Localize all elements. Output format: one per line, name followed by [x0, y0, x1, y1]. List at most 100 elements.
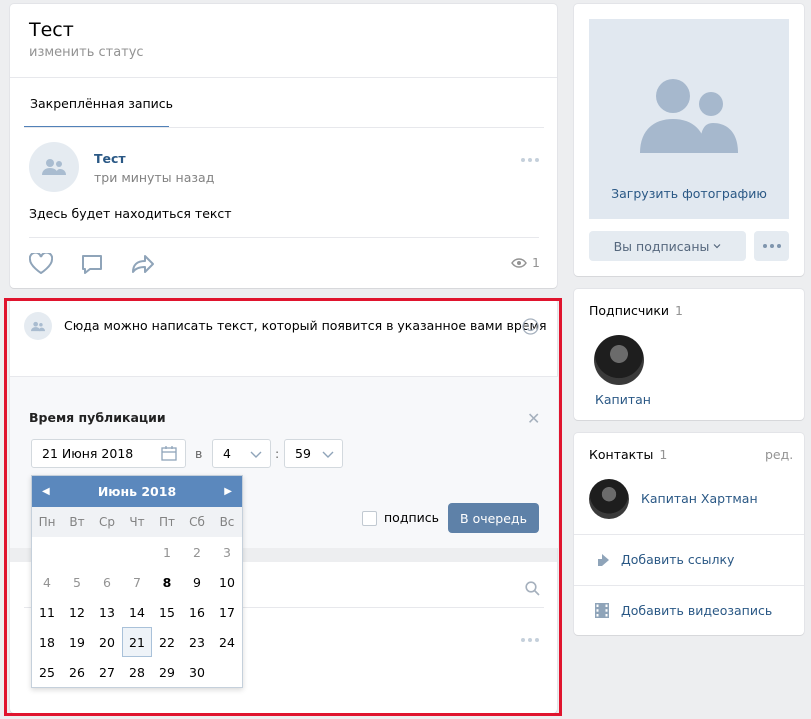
more-icon [762, 244, 781, 248]
emoji-icon[interactable] [522, 318, 539, 335]
publication-time-label: Время публикации [29, 410, 166, 425]
view-counter: 1 [511, 255, 540, 270]
calendar-day[interactable]: 14 [122, 597, 152, 627]
more-actions-button[interactable] [754, 231, 789, 261]
change-status-link[interactable]: изменить статус [29, 45, 144, 60]
divider [24, 127, 544, 128]
contacts-count: 1 [659, 447, 668, 462]
calendar-day[interactable]: 17 [212, 597, 242, 627]
calendar-day[interactable]: 18 [32, 627, 62, 657]
comment-icon[interactable] [81, 254, 103, 275]
subscribed-label: Вы подписаны [613, 238, 710, 254]
tab-pinned-post[interactable]: Закреплённая запись [30, 96, 173, 111]
calendar-day[interactable]: 9 [182, 567, 212, 597]
community-avatar[interactable] [29, 142, 79, 192]
weekday-label: Вс [219, 515, 235, 529]
calendar-day[interactable]: 1 [152, 537, 182, 567]
contact-name[interactable]: Капитан Хартман [641, 491, 758, 506]
calendar-empty-cell [212, 657, 242, 687]
calendar-day[interactable]: 20 [92, 627, 122, 657]
calendar-header: ◀ Июнь 2018 ▶ [32, 476, 242, 507]
queue-button[interactable]: В очередь [448, 503, 539, 533]
post-author[interactable]: Тест [94, 151, 126, 166]
calendar-empty-cell [122, 537, 152, 567]
chevron-down-icon [322, 451, 334, 458]
weekday-label: Чт [129, 515, 145, 529]
prev-month-icon[interactable]: ◀ [42, 486, 50, 497]
calendar-day[interactable]: 4 [32, 567, 62, 597]
date-picker: ◀ Июнь 2018 ▶ Пн Вт Ср Чт Пт Сб Вс 1 2 3 4 5 6 7 8 9 10… [31, 475, 243, 688]
calendar-day[interactable]: 16 [182, 597, 212, 627]
chevron-down-icon [713, 244, 721, 249]
calendar-day[interactable]: 27 [92, 657, 122, 687]
calendar-day[interactable]: 29 [152, 657, 182, 687]
calendar-day[interactable]: 13 [92, 597, 122, 627]
calendar-day[interactable]: 12 [62, 597, 92, 627]
date-value: 21 Июня 2018 [42, 446, 134, 461]
signature-label[interactable]: подпись [384, 510, 439, 525]
calendar-day[interactable]: 5 [62, 567, 92, 597]
more-icon[interactable] [521, 638, 539, 642]
divider [10, 77, 557, 78]
link-icon [598, 554, 609, 566]
hour-select[interactable]: 4 [212, 439, 271, 468]
edit-link[interactable]: ред. [765, 447, 793, 462]
chevron-down-icon [250, 451, 262, 458]
search-icon[interactable] [525, 581, 540, 596]
calendar-day[interactable]: 21 [122, 627, 152, 657]
upload-photo-link[interactable]: Загрузить фотографию [589, 186, 789, 201]
calendar-day[interactable]: 30 [182, 657, 212, 687]
calendar-day[interactable]: 3 [212, 537, 242, 567]
divider [29, 237, 539, 238]
close-icon[interactable]: ✕ [527, 409, 540, 428]
calendar-day[interactable]: 25 [32, 657, 62, 687]
divider [574, 534, 804, 535]
post-textarea[interactable]: Сюда можно написать текст, который появи… [64, 318, 546, 333]
group-icon [31, 321, 45, 331]
calendar-day[interactable]: 10 [212, 567, 242, 597]
next-month-icon[interactable]: ▶ [224, 486, 232, 497]
page-title: Тест [29, 19, 74, 41]
calendar-day[interactable]: 11 [32, 597, 62, 627]
add-video-button[interactable]: Добавить видеозапись [621, 603, 772, 618]
calendar-day[interactable]: 24 [212, 627, 242, 657]
calendar-day[interactable]: 26 [62, 657, 92, 687]
contacts-title[interactable]: Контакты 1 [589, 447, 667, 462]
avatar[interactable] [589, 479, 629, 519]
minute-select[interactable]: 59 [284, 439, 343, 468]
eye-icon [511, 257, 527, 268]
at-label: в [195, 446, 203, 461]
calendar-day[interactable]: 6 [92, 567, 122, 597]
calendar-month: Июнь 2018 [97, 484, 177, 499]
subscribers-title[interactable]: Подписчики 1 [589, 303, 683, 318]
calendar-day[interactable]: 7 [122, 567, 152, 597]
video-icon [595, 603, 609, 618]
add-link-button[interactable]: Добавить ссылку [621, 552, 734, 567]
subscriber-name[interactable]: Капитан [595, 392, 651, 407]
signature-checkbox[interactable] [362, 511, 377, 526]
date-input[interactable]: 21 Июня 2018 [31, 439, 186, 468]
calendar-day[interactable]: 22 [152, 627, 182, 657]
calendar-day[interactable]: 28 [122, 657, 152, 687]
minute-value: 59 [295, 446, 311, 461]
calendar-day[interactable]: 2 [182, 537, 212, 567]
subscribed-button[interactable]: Вы подписаны [589, 231, 746, 261]
community-photo-placeholder[interactable]: Загрузить фотографию [589, 19, 789, 219]
contacts-label: Контакты [589, 447, 654, 462]
post-time[interactable]: три минуты назад [94, 170, 214, 185]
calendar-empty-cell [62, 537, 92, 567]
calendar-icon[interactable] [161, 446, 177, 461]
calendar-day[interactable]: 15 [152, 597, 182, 627]
calendar-day[interactable]: 19 [62, 627, 92, 657]
more-icon[interactable] [521, 158, 539, 162]
calendar-day[interactable]: 8 [152, 567, 182, 597]
calendar-empty-cell [92, 537, 122, 567]
post-text: Здесь будет находиться текст [29, 206, 232, 221]
avatar[interactable] [594, 335, 644, 385]
group-icon [640, 79, 738, 153]
share-icon[interactable] [131, 254, 155, 274]
weekday-label: Пн [38, 515, 56, 529]
like-icon[interactable] [29, 253, 53, 274]
calendar-day[interactable]: 23 [182, 627, 212, 657]
subscribers-label: Подписчики [589, 303, 670, 318]
